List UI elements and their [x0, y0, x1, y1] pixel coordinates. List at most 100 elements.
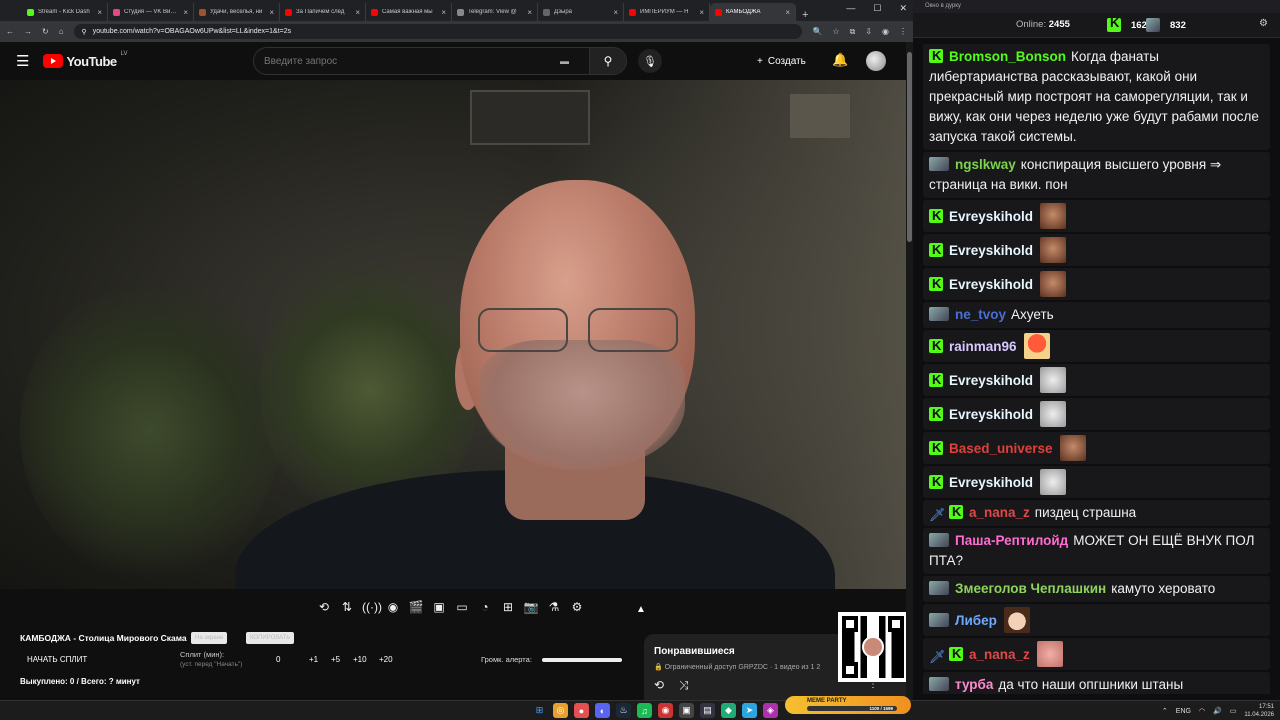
- site-info-icon[interactable]: ⚲: [82, 28, 87, 36]
- chat-username[interactable]: турба: [955, 677, 993, 692]
- browser-tab[interactable]: Студия — VK Видео ×: [108, 3, 194, 21]
- youtube-logo[interactable]: YouTube LV: [43, 51, 128, 69]
- page-scrollbar[interactable]: [906, 42, 913, 700]
- browser-tab[interactable]: Дзыра ×: [538, 3, 624, 21]
- browser-tab[interactable]: За Папичем след ×: [280, 3, 366, 21]
- minimize-icon[interactable]: —: [846, 3, 855, 14]
- chat-username[interactable]: Evreyskihold: [949, 243, 1033, 258]
- notifications-icon[interactable]: 🔔: [832, 52, 848, 68]
- menu-icon[interactable]: ☰: [16, 52, 29, 70]
- spotify-icon[interactable]: ♫: [637, 703, 652, 718]
- chat-username[interactable]: Evreyskihold: [949, 209, 1033, 224]
- tab-close-icon[interactable]: ×: [699, 8, 704, 17]
- chat-username[interactable]: a_nana_z: [969, 647, 1030, 662]
- browser-tab[interactable]: Telegram: View @ ×: [452, 3, 538, 21]
- split-plus-10-button[interactable]: +10: [353, 655, 367, 664]
- gear-icon[interactable]: ⚙: [569, 600, 585, 614]
- loop-icon[interactable]: ⟲: [316, 600, 332, 614]
- chat-username[interactable]: Evreyskihold: [949, 373, 1033, 388]
- clapper-icon[interactable]: 🎬: [408, 600, 424, 614]
- loop-playlist-icon[interactable]: ⟲: [654, 678, 664, 692]
- shuffle-icon[interactable]: ⤨: [679, 678, 689, 693]
- chat-username[interactable]: rainman96: [949, 339, 1017, 354]
- url-field[interactable]: ⚲ youtube.com/watch?v=OBAGAOw6UPw&list=L…: [73, 24, 803, 39]
- zoom-icon[interactable]: 🔍: [812, 27, 822, 36]
- tab-close-icon[interactable]: ×: [269, 8, 274, 17]
- discord-icon[interactable]: ◐: [595, 703, 610, 718]
- chat-username[interactable]: Bromson_Bonson: [949, 49, 1066, 64]
- tab-close-icon[interactable]: ×: [355, 8, 360, 17]
- app-icon-purple[interactable]: ◈: [763, 703, 778, 718]
- video-player[interactable]: [0, 80, 907, 589]
- flask-icon[interactable]: ⚗: [546, 600, 562, 614]
- download-icon[interactable]: ⇩: [865, 27, 872, 36]
- theater-icon[interactable]: ▭: [454, 600, 470, 614]
- chat-username[interactable]: Evreyskihold: [949, 475, 1033, 490]
- profile-icon[interactable]: ◉: [882, 27, 889, 36]
- chat-username[interactable]: Змееголов Чеплашкин: [955, 581, 1106, 596]
- chat-username[interactable]: ngslkway: [955, 157, 1016, 172]
- keyboard-icon[interactable]: ▬: [560, 56, 569, 66]
- create-button[interactable]: + Создать: [757, 51, 806, 71]
- maximize-icon[interactable]: ☐: [873, 3, 881, 14]
- back-icon[interactable]: ←: [6, 27, 14, 36]
- tray-chevron-icon[interactable]: ⌃: [1162, 707, 1168, 715]
- account-avatar[interactable]: [866, 51, 886, 71]
- obs-icon[interactable]: ◉: [658, 703, 673, 718]
- browser-tab[interactable]: Удачи, веселья, ни ×: [194, 3, 280, 21]
- wifi-icon[interactable]: ◠: [1199, 707, 1205, 715]
- search-input[interactable]: [264, 55, 560, 67]
- search-button[interactable]: ⚲: [589, 48, 626, 74]
- chat-settings-icon[interactable]: ⚙: [1259, 18, 1268, 29]
- add-icon[interactable]: ⊞: [500, 600, 516, 614]
- chat-username[interactable]: Либер: [955, 613, 997, 628]
- split-plus-5-button[interactable]: +5: [331, 655, 340, 664]
- app-icon-red[interactable]: ●: [574, 703, 589, 718]
- eye-icon[interactable]: ◉: [385, 600, 401, 614]
- battery-icon[interactable]: ▭: [1230, 707, 1237, 715]
- split-plus-20-button[interactable]: +20: [379, 655, 393, 664]
- browser-tab[interactable]: ИМПЕРИУМ — H ×: [624, 3, 710, 21]
- app-icon-green[interactable]: ◆: [721, 703, 736, 718]
- tab-close-icon[interactable]: ×: [97, 8, 102, 17]
- close-icon[interactable]: ✕: [899, 3, 907, 14]
- extensions-icon[interactable]: ⧉: [850, 27, 856, 37]
- chat-username[interactable]: Based_universe: [949, 441, 1053, 456]
- chat-username[interactable]: Паша-Рептилойд: [955, 533, 1068, 548]
- browser-tab[interactable]: Самая важная мы ×: [366, 3, 452, 21]
- home-icon[interactable]: ⌂: [59, 27, 64, 36]
- alert-volume-slider[interactable]: [542, 658, 622, 662]
- telegram-icon[interactable]: ➤: [742, 703, 757, 718]
- voice-search-button[interactable]: 🎙: [638, 49, 662, 73]
- start-split-button[interactable]: НАЧАТЬ СПЛИТ: [27, 655, 87, 664]
- chat-username[interactable]: a_nana_z: [969, 505, 1030, 520]
- menu-icon[interactable]: ⋮: [899, 27, 907, 36]
- chrome-icon[interactable]: ◎: [553, 703, 568, 718]
- on-screen-badge[interactable]: На экране: [191, 632, 228, 644]
- broadcast-icon[interactable]: ((·)): [362, 600, 382, 614]
- speed-icon[interactable]: ◔: [477, 600, 493, 614]
- start-icon[interactable]: ⊞: [532, 703, 547, 718]
- new-tab-button[interactable]: +: [796, 9, 814, 21]
- tab-close-icon[interactable]: ×: [613, 8, 618, 17]
- tab-close-icon[interactable]: ×: [785, 8, 790, 17]
- browser-tab[interactable]: КАМБОДЖА ×: [710, 3, 796, 21]
- chat-username[interactable]: ne_tvoy: [955, 307, 1006, 322]
- sort-icon[interactable]: ⇅: [339, 600, 355, 614]
- browser-tab[interactable]: Stream - Kick Dash ×: [22, 3, 108, 21]
- tab-close-icon[interactable]: ×: [527, 8, 532, 17]
- tab-close-icon[interactable]: ×: [183, 8, 188, 17]
- reload-icon[interactable]: ↻: [42, 27, 49, 36]
- bookmark-icon[interactable]: ☆: [832, 27, 839, 36]
- copy-button[interactable]: КОПИРОВАТЬ: [246, 632, 295, 644]
- language-indicator[interactable]: ENG: [1176, 708, 1191, 715]
- steam-icon[interactable]: ♨: [616, 703, 631, 718]
- screenshot-icon[interactable]: 📷: [523, 600, 539, 614]
- forward-icon[interactable]: →: [24, 27, 32, 36]
- scrollbar-thumb[interactable]: [907, 52, 912, 242]
- split-plus-1-button[interactable]: +1: [309, 655, 318, 664]
- volume-icon[interactable]: 🔊: [1213, 707, 1222, 715]
- picture-in-picture-icon[interactable]: ▣: [431, 600, 447, 614]
- chat-username[interactable]: Evreyskihold: [949, 407, 1033, 422]
- chat-message-list[interactable]: Bromson_BonsonКогда фанаты либертарианст…: [923, 44, 1270, 694]
